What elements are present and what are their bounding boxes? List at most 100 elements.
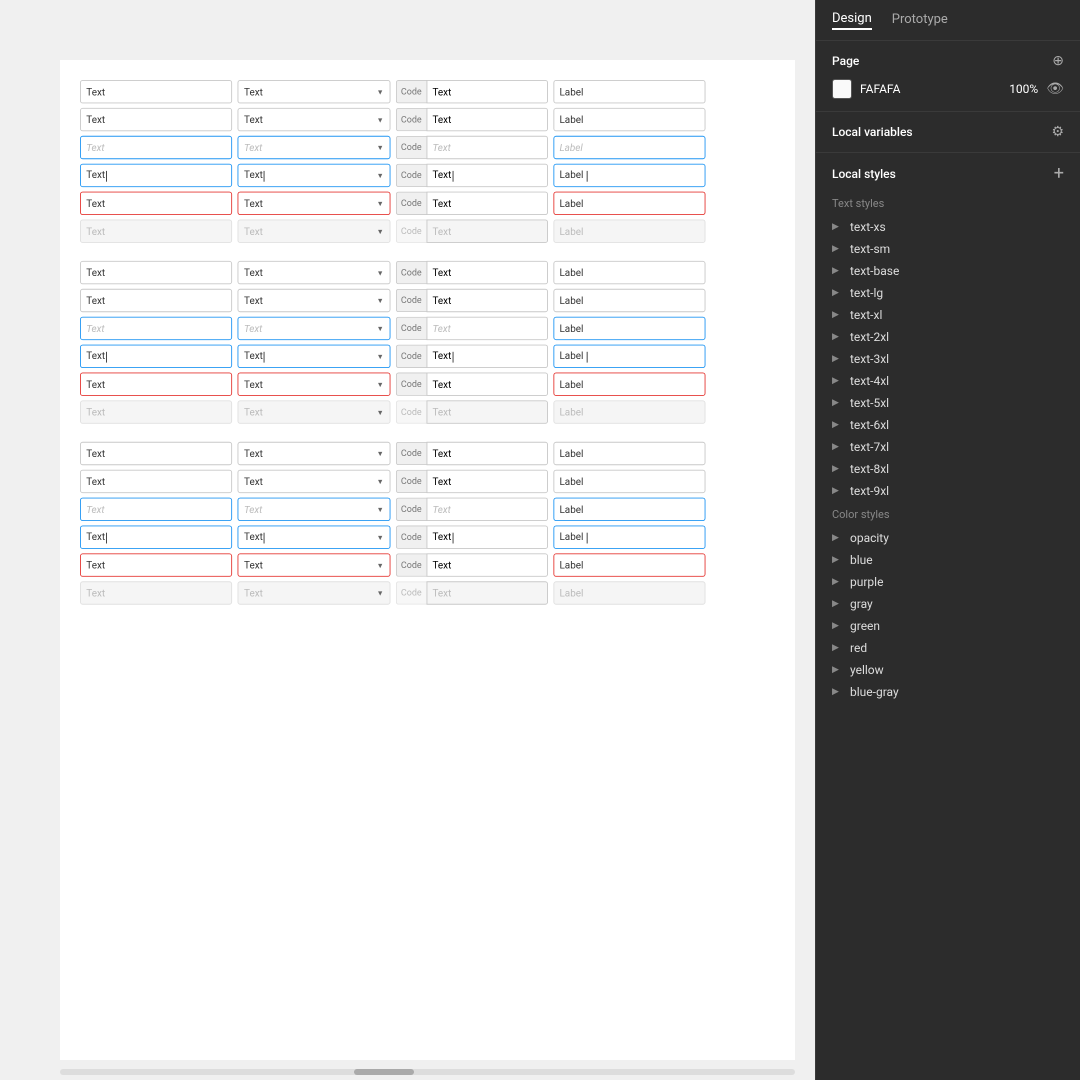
label-field-typing-2[interactable]: Label	[553, 345, 705, 368]
label-field-focused-2[interactable]: Label	[553, 317, 705, 340]
style-item-text-6xl[interactable]: ▶ text-6xl	[832, 414, 1064, 436]
field-focused-1[interactable]: Text	[80, 136, 232, 159]
label-field-typing-1[interactable]: Label	[553, 164, 705, 187]
tab-design[interactable]: Design	[832, 11, 872, 30]
code-input-2[interactable]: Text	[426, 108, 548, 131]
field-typing-1[interactable]: Text	[80, 164, 232, 187]
style-item-text-7xl[interactable]: ▶ text-7xl	[832, 436, 1064, 458]
code-field-typing-2[interactable]: Code Text	[395, 345, 547, 368]
style-item-gray[interactable]: ▶ gray	[832, 593, 1064, 615]
field-filled-1c[interactable]: Text	[80, 470, 232, 493]
code-field-focused-3[interactable]: Code Text	[395, 498, 547, 521]
field-filled-1b[interactable]: Text	[80, 289, 232, 312]
code-field-error-1[interactable]: Code Text	[395, 192, 547, 215]
label-field-filled-1[interactable]: Label	[553, 108, 705, 131]
code-input-2d[interactable]: Text	[426, 345, 548, 368]
code-field-default-2[interactable]: Code Text	[395, 261, 547, 284]
style-item-blue[interactable]: ▶ blue	[832, 549, 1064, 571]
field-dropdown-typing-1[interactable]: Text ▼	[238, 164, 390, 187]
code-field-typing-3[interactable]: Code Text	[395, 526, 547, 549]
label-field-focused-1[interactable]: Label	[553, 136, 705, 159]
scrollbar-thumb[interactable]	[354, 1069, 414, 1075]
field-typing-1c[interactable]: Text	[80, 526, 232, 549]
style-item-text-4xl[interactable]: ▶ text-4xl	[832, 370, 1064, 392]
field-error-1c[interactable]: Text	[80, 553, 232, 576]
label-field-error-1[interactable]: Label	[553, 192, 705, 215]
field-dropdown-default-1[interactable]: Text ▼	[238, 80, 390, 103]
label-field-filled-3[interactable]: Label	[553, 470, 705, 493]
label-field-focused-3[interactable]: Label	[553, 498, 705, 521]
field-dropdown-default-2[interactable]: Text ▼	[238, 261, 390, 284]
style-item-red[interactable]: ▶ red	[832, 637, 1064, 659]
field-typing-1b[interactable]: Text	[80, 345, 232, 368]
code-input-2a[interactable]: Text	[426, 261, 548, 284]
field-focused-1b[interactable]: Text	[80, 317, 232, 340]
code-field-filled-2[interactable]: Code Text	[395, 289, 547, 312]
field-dropdown-typing-3[interactable]: Text ▼	[238, 526, 390, 549]
code-input-3e[interactable]: Text	[426, 553, 548, 576]
page-color-swatch[interactable]	[832, 79, 852, 99]
field-dropdown-focused-2[interactable]: Text ▼	[238, 317, 390, 340]
field-dropdown-focused-3[interactable]: Text ▼	[238, 498, 390, 521]
code-input-3[interactable]: Text	[426, 136, 548, 159]
field-focused-1c[interactable]: Text	[80, 498, 232, 521]
style-item-text-xl[interactable]: ▶ text-xl	[832, 304, 1064, 326]
label-field-typing-3[interactable]: Label	[553, 526, 705, 549]
field-dropdown-error-3[interactable]: Text ▼	[238, 553, 390, 576]
style-item-text-sm[interactable]: ▶ text-sm	[832, 238, 1064, 260]
label-field-default-2[interactable]: Label	[553, 261, 705, 284]
style-item-purple[interactable]: ▶ purple	[832, 571, 1064, 593]
field-dropdown-filled-3[interactable]: Text ▼	[238, 470, 390, 493]
local-vars-settings-icon[interactable]: ⚙	[1051, 124, 1064, 140]
page-settings-icon[interactable]: ⊕	[1052, 53, 1064, 69]
code-field-typing-1[interactable]: Code Text	[395, 164, 547, 187]
code-field-default-1[interactable]: Code Text	[395, 80, 547, 103]
code-input-2e[interactable]: Text	[426, 373, 548, 396]
field-default-1c[interactable]: Text	[80, 442, 232, 465]
style-item-yellow[interactable]: ▶ yellow	[832, 659, 1064, 681]
code-field-focused-2[interactable]: Code Text	[395, 317, 547, 340]
code-input-1[interactable]: Text	[426, 80, 548, 103]
style-item-text-9xl[interactable]: ▶ text-9xl	[832, 480, 1064, 502]
tab-prototype[interactable]: Prototype	[892, 12, 948, 29]
field-default-1b[interactable]: Text	[80, 261, 232, 284]
field-dropdown-filled-2[interactable]: Text ▼	[238, 289, 390, 312]
code-field-error-3[interactable]: Code Text	[395, 553, 547, 576]
code-input-5[interactable]: Text	[426, 192, 548, 215]
code-input-4[interactable]: Text	[426, 164, 548, 187]
label-field-error-2[interactable]: Label	[553, 373, 705, 396]
field-default-1[interactable]: Text	[80, 80, 232, 103]
field-dropdown-default-3[interactable]: Text ▼	[238, 442, 390, 465]
style-item-blue-gray[interactable]: ▶ blue-gray	[832, 681, 1064, 703]
page-visibility-icon[interactable]: 👁	[1046, 81, 1064, 97]
style-item-opacity[interactable]: ▶ opacity	[832, 527, 1064, 549]
code-input-3a[interactable]: Text	[426, 442, 548, 465]
code-field-filled-3[interactable]: Code Text	[395, 470, 547, 493]
field-error-1b[interactable]: Text	[80, 373, 232, 396]
label-field-error-3[interactable]: Label	[553, 553, 705, 576]
code-field-filled-1[interactable]: Code Text	[395, 108, 547, 131]
label-field-default-3[interactable]: Label	[553, 442, 705, 465]
style-item-text-base[interactable]: ▶ text-base	[832, 260, 1064, 282]
code-field-focused-1[interactable]: Code Text	[395, 136, 547, 159]
style-item-text-2xl[interactable]: ▶ text-2xl	[832, 326, 1064, 348]
label-field-filled-2[interactable]: Label	[553, 289, 705, 312]
field-dropdown-filled-1[interactable]: Text ▼	[238, 108, 390, 131]
field-dropdown-error-1[interactable]: Text ▼	[238, 192, 390, 215]
style-item-text-8xl[interactable]: ▶ text-8xl	[832, 458, 1064, 480]
code-input-3b[interactable]: Text	[426, 470, 548, 493]
style-item-text-5xl[interactable]: ▶ text-5xl	[832, 392, 1064, 414]
field-error-1[interactable]: Text	[80, 192, 232, 215]
label-field-default-1[interactable]: Label	[553, 80, 705, 103]
code-input-3c[interactable]: Text	[426, 498, 548, 521]
style-item-text-lg[interactable]: ▶ text-lg	[832, 282, 1064, 304]
style-item-text-3xl[interactable]: ▶ text-3xl	[832, 348, 1064, 370]
canvas-scrollbar[interactable]	[60, 1069, 795, 1075]
add-style-button[interactable]: +	[1054, 165, 1064, 183]
style-item-text-xs[interactable]: ▶ text-xs	[832, 216, 1064, 238]
code-input-3d[interactable]: Text	[426, 526, 548, 549]
style-item-green[interactable]: ▶ green	[832, 615, 1064, 637]
code-field-default-3[interactable]: Code Text	[395, 442, 547, 465]
field-dropdown-focused-1[interactable]: Text ▼	[238, 136, 390, 159]
field-filled-1[interactable]: Text	[80, 108, 232, 131]
